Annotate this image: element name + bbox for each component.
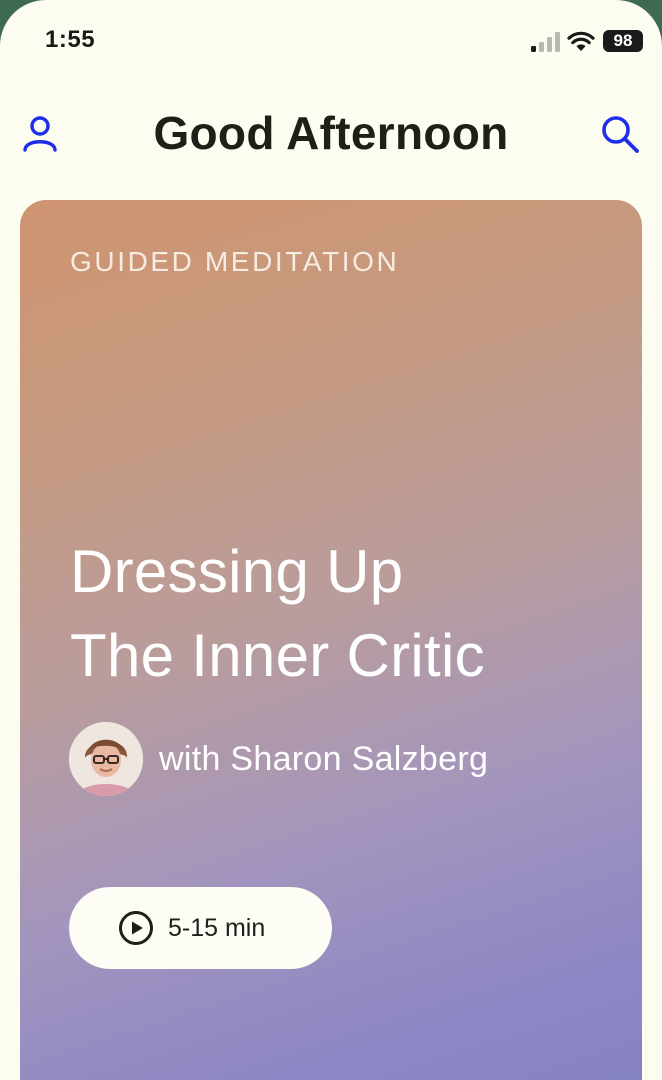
search-button[interactable] (596, 112, 644, 156)
card-category: GUIDED MEDITATION (70, 246, 400, 277)
app-screen: 1:55 98 Good Afternoon GUIDED MEDITATION… (0, 0, 662, 1080)
battery-indicator: 98 (603, 30, 643, 52)
avatar (69, 722, 143, 796)
status-bar: 1:55 98 (0, 0, 662, 84)
card-title: Dressing Up The Inner Critic (70, 530, 630, 698)
header: Good Afternoon (0, 92, 662, 178)
duration-label: 5-15 min (168, 913, 266, 942)
wifi-icon (567, 31, 595, 51)
card-title-line-1: Dressing Up (70, 538, 404, 605)
search-icon (602, 116, 639, 153)
play-button[interactable]: 5-15 min (69, 887, 332, 969)
play-circle-icon (119, 911, 153, 945)
page-title: Good Afternoon (153, 107, 509, 159)
featured-meditation-card[interactable]: GUIDED MEDITATION Dressing Up The Inner … (20, 200, 642, 1080)
status-time: 1:55 (45, 26, 96, 53)
cellular-signal-icon (531, 32, 560, 52)
author-row: with Sharon Salzberg (69, 722, 488, 796)
author-name: with Sharon Salzberg (159, 739, 489, 778)
card-title-line-2: The Inner Critic (70, 622, 485, 689)
